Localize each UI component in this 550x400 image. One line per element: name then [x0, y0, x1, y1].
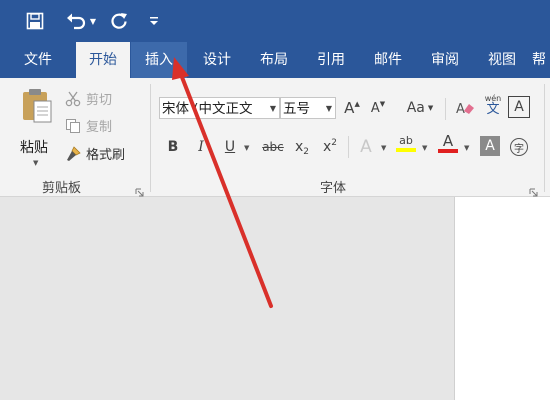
- annotation-arrow: [172, 57, 273, 308]
